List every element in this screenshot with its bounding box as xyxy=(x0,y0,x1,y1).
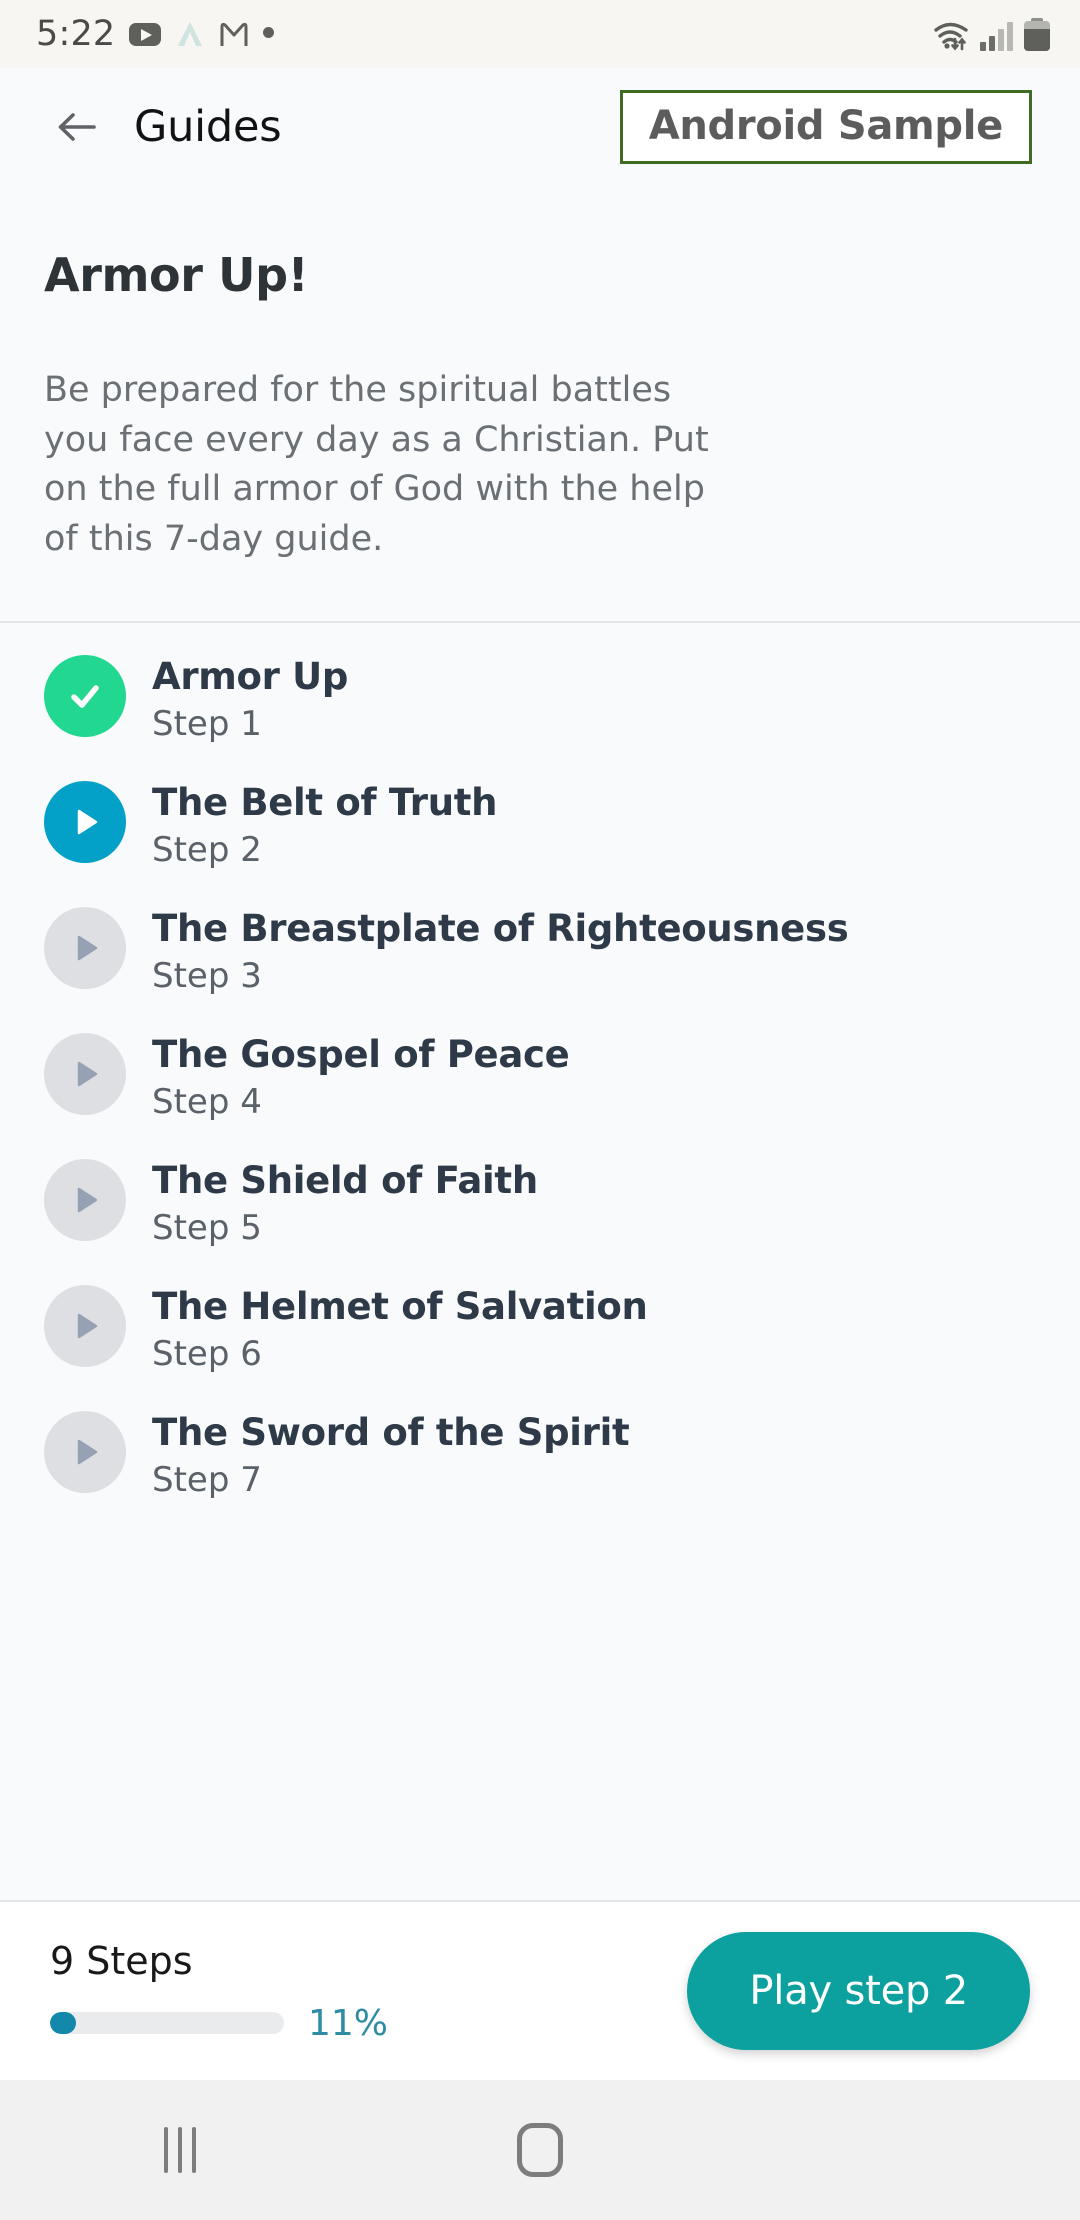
step-sub-label: Step 7 xyxy=(152,1459,262,1500)
step-text: The Shield of Faith Step 5 xyxy=(152,1157,538,1248)
step-text: The Gospel of Peace Step 4 xyxy=(152,1031,570,1122)
phone-screen: 5:22 Guides Android Sample Armor Up! Be … xyxy=(0,0,1080,2220)
step-sub-label: Step 4 xyxy=(152,1081,262,1122)
guide-description: Be prepared for the spiritual battles yo… xyxy=(44,370,709,560)
progress-row: 11% xyxy=(50,2003,388,2044)
step-row[interactable]: The Shield of Faith Step 5 xyxy=(0,1127,1080,1253)
step-name: The Belt of Truth xyxy=(152,780,498,824)
play-icon[interactable] xyxy=(44,1410,126,1493)
step-name: The Gospel of Peace xyxy=(152,1032,570,1076)
step-name: The Shield of Faith xyxy=(152,1158,538,1202)
guide-title: Armor Up! xyxy=(44,248,309,302)
guide-header: Armor Up! Be prepared for the spiritual … xyxy=(0,186,1080,621)
progress-bar xyxy=(50,2012,284,2034)
home-button[interactable] xyxy=(360,2080,720,2220)
play-step-button[interactable]: Play step 2 xyxy=(687,1932,1030,2050)
bottom-action-bar: 9 Steps 11% Play step 2 xyxy=(0,1900,1080,2080)
step-row[interactable]: The Gospel of Peace Step 4 xyxy=(0,1001,1080,1127)
step-text: The Belt of Truth Step 2 xyxy=(152,779,498,870)
step-row[interactable]: The Breastplate of Righteousness Step 3 xyxy=(0,875,1080,1001)
steps-count-label: 9 Steps xyxy=(50,1938,193,1983)
step-name: The Breastplate of Righteousness xyxy=(152,906,849,950)
progress-percent-label: 11% xyxy=(308,2002,389,2044)
step-text: The Sword of the Spirit Step 7 xyxy=(152,1409,630,1500)
cellular-signal-icon xyxy=(980,21,1013,51)
step-name: The Sword of the Spirit xyxy=(152,1410,630,1454)
step-text: The Breastplate of Righteousness Step 3 xyxy=(152,905,849,996)
step-text: Armor Up Step 1 xyxy=(152,653,348,744)
home-icon xyxy=(517,2123,563,2177)
play-icon[interactable] xyxy=(44,780,126,863)
play-icon[interactable] xyxy=(44,906,126,989)
steps-list[interactable]: Armor Up Step 1 The Belt of Truth Step 2 The… xyxy=(0,622,1080,1900)
step-sub-label: Step 1 xyxy=(152,703,262,744)
step-row[interactable]: The Belt of Truth Step 2 xyxy=(0,749,1080,875)
step-sub-label: Step 6 xyxy=(152,1333,262,1374)
youtube-icon xyxy=(129,22,162,46)
progress-bar-fill xyxy=(50,2012,76,2034)
status-bar-left: 5:22 xyxy=(36,14,275,54)
check-icon[interactable] xyxy=(44,654,126,737)
step-text: The Helmet of Salvation Step 6 xyxy=(152,1283,648,1374)
battery-icon xyxy=(1024,17,1050,51)
status-bar: 5:22 xyxy=(0,0,1080,68)
step-sub-label: Step 3 xyxy=(152,955,262,996)
dot-icon xyxy=(263,26,275,38)
step-sub-label: Step 2 xyxy=(152,829,262,870)
status-clock: 5:22 xyxy=(36,14,116,54)
progress-block: 9 Steps 11% xyxy=(50,1939,388,2044)
recent-apps-icon xyxy=(164,2127,196,2173)
step-row[interactable]: The Helmet of Salvation Step 6 xyxy=(0,1253,1080,1379)
play-icon[interactable] xyxy=(44,1032,126,1115)
back-button[interactable] xyxy=(720,2080,1080,2220)
step-name: The Helmet of Salvation xyxy=(152,1284,648,1328)
page-title: Guides xyxy=(134,102,282,152)
app-bar: Guides Android Sample xyxy=(0,68,1080,186)
recent-apps-button[interactable] xyxy=(0,2080,360,2220)
step-name: Armor Up xyxy=(152,654,349,698)
step-sub-label: Step 5 xyxy=(152,1207,262,1248)
android-sample-badge: Android Sample xyxy=(619,90,1032,164)
system-navigation-bar xyxy=(0,2080,1080,2220)
gmail-icon xyxy=(219,20,249,48)
step-row[interactable]: The Sword of the Spirit Step 7 xyxy=(0,1379,1080,1505)
step-row[interactable]: Armor Up Step 1 xyxy=(0,623,1080,749)
play-icon[interactable] xyxy=(44,1158,126,1241)
status-bar-right xyxy=(933,17,1050,51)
play-icon[interactable] xyxy=(44,1284,126,1367)
wifi-icon xyxy=(933,19,969,51)
back-arrow-icon[interactable] xyxy=(40,90,114,164)
peak-app-icon xyxy=(175,20,205,48)
